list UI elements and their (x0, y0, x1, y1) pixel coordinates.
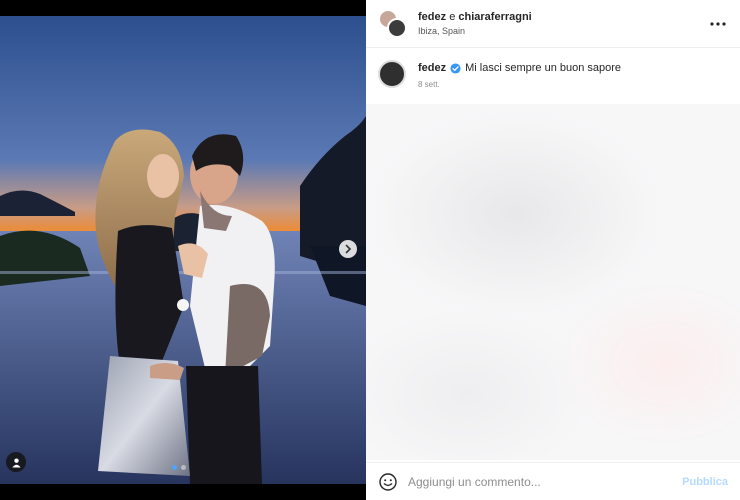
media-bottom-bar (0, 484, 366, 500)
more-options-icon (710, 22, 726, 26)
carousel-dot (181, 465, 186, 470)
chevron-right-icon (345, 244, 352, 254)
caption-username[interactable]: fedez (418, 62, 446, 74)
carousel-indicator (172, 465, 186, 470)
comment-input[interactable] (408, 474, 683, 489)
avatar-fedez[interactable] (387, 17, 407, 38)
carousel-dot-active (172, 465, 177, 470)
comments-area-blurred (366, 104, 740, 460)
post-header-text: fedez e chiaraferragni Ibiza, Spain (418, 11, 532, 36)
caption-text: Mi lasci sempre un buon sapore (465, 62, 622, 74)
header-username-2[interactable]: chiaraferragni (458, 11, 531, 23)
emoji-button[interactable] (378, 472, 398, 492)
comment-bar: Pubblica (366, 462, 740, 500)
user-tag-icon (11, 457, 21, 468)
post-caption: fedez Mi lasci sempre un buon sapore 8 s… (366, 48, 740, 104)
post-header: fedez e chiaraferragni Ibiza, Spain (366, 0, 740, 48)
more-options-button[interactable] (708, 14, 728, 34)
post-media[interactable] (0, 0, 366, 500)
verified-badge-icon (450, 62, 461, 74)
caption-avatar[interactable] (378, 60, 406, 88)
tagged-users-button[interactable] (6, 452, 26, 472)
caption-line: fedez Mi lasci sempre un buon sapore (418, 62, 621, 74)
next-slide-button[interactable] (339, 240, 357, 258)
publish-button[interactable]: Pubblica (682, 476, 728, 488)
post-photo (0, 16, 366, 484)
location-link[interactable]: Ibiza, Spain (418, 26, 532, 36)
emoji-icon (379, 472, 397, 491)
collab-line: fedez e chiaraferragni (418, 11, 532, 23)
post-sidebar: fedez e chiaraferragni Ibiza, Spain fede… (366, 0, 740, 500)
caption-body: fedez Mi lasci sempre un buon sapore 8 s… (418, 60, 621, 96)
header-connector: e (449, 11, 456, 23)
post-timestamp[interactable]: 8 sett. (418, 80, 621, 89)
header-username-1[interactable]: fedez (418, 11, 446, 23)
collab-avatars[interactable] (378, 8, 408, 39)
